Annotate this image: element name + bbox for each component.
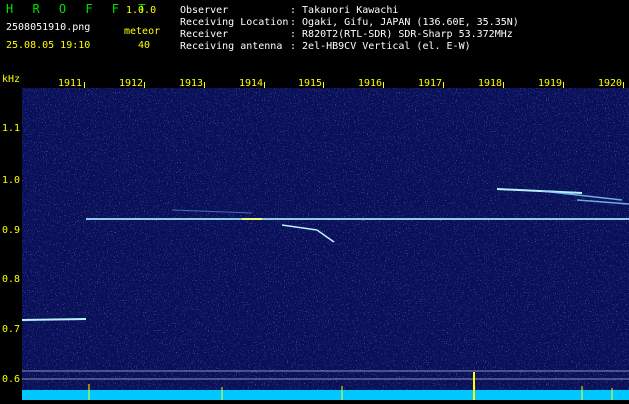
time-axis: 1911 1912 1913 1914 1915 1916 1917 1918 … [0, 75, 629, 89]
info-label-receiver: Receiver [180, 29, 229, 40]
info-value-observer: : Takanori Kawachi [290, 5, 399, 16]
meteor-label: meteor [124, 26, 161, 37]
freq-tick: 1.1 [2, 123, 21, 134]
freq-tick: 0.7 [2, 324, 21, 335]
noise-layer [22, 88, 629, 400]
header-panel: H R O F F T 1.0.0 2508051910.png meteor … [0, 0, 629, 75]
file-name: 2508051910.png [6, 22, 91, 33]
info-value-location: : Ogaki, Gifu, JAPAN (136.60E, 35.35N) [290, 17, 519, 28]
info-value-antenna: : 2el-HB9CV Vertical (el. E-W) [290, 41, 471, 52]
meteor-count: 40 [138, 40, 151, 51]
info-label-observer: Observer [180, 5, 229, 16]
freq-tick: 0.9 [2, 225, 21, 236]
spectrogram [21, 88, 629, 400]
date-time: 25.08.05 19:10 [6, 40, 91, 51]
info-label-location: Receiving Location [180, 17, 289, 28]
info-value-receiver: : R820T2(RTL-SDR) SDR-Sharp 53.372MHz [290, 29, 513, 40]
level-bar [22, 390, 629, 400]
freq-tick: 0.8 [2, 274, 21, 285]
meteor-trace [21, 318, 87, 321]
freq-tick: 0.6 [2, 374, 21, 385]
app-version: 1.0.0 [126, 5, 157, 16]
spectrogram-svg [21, 88, 629, 400]
info-label-antenna: Receiving antenna [180, 41, 283, 52]
freq-tick: 1.0 [2, 175, 21, 186]
